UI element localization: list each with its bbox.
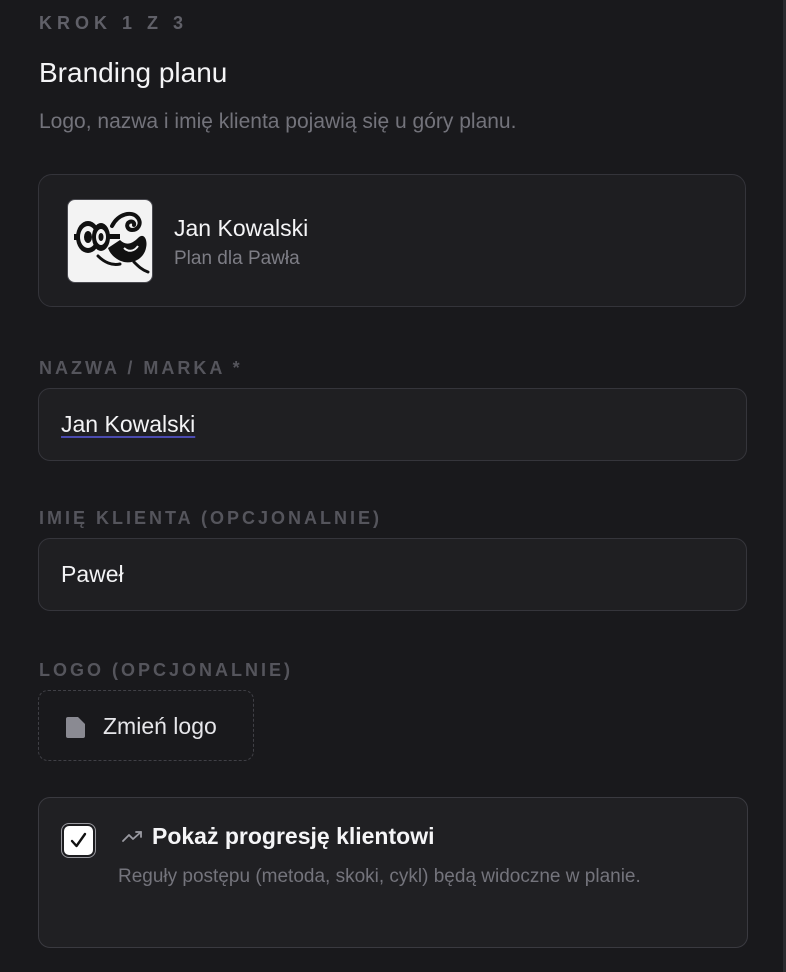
branding-preview-card: Jan Kowalski Plan dla Pawła [38, 174, 746, 307]
barbell-flexed-arm-logo-icon [74, 211, 150, 274]
client-name-input[interactable]: Paweł [38, 538, 747, 611]
page-title: Branding planu [39, 57, 228, 88]
show-progression-title: Pokaż progresję klientowi [152, 823, 435, 849]
page-subtitle: Logo, nazwa i imię klienta pojawią się u… [39, 110, 517, 133]
client-name-label: IMIĘ KLIENTA (OPCJONALNIE) [39, 508, 382, 528]
preview-brand-name: Jan Kowalski [174, 215, 309, 241]
show-progression-card[interactable]: Pokaż progresję klientowi Reguły postępu… [38, 797, 748, 948]
brand-logo-image [67, 199, 153, 283]
show-progression-checkbox[interactable] [61, 823, 96, 858]
brand-name-value: Jan Kowalski [61, 411, 196, 437]
logo-label: LOGO (OPCJONALNIE) [39, 660, 294, 680]
step-indicator: KROK 1 Z 3 [39, 13, 189, 33]
brand-name-input[interactable]: Jan Kowalski [38, 388, 747, 461]
file-icon [66, 717, 85, 738]
preview-plan-subtitle: Plan dla Pawła [174, 248, 300, 269]
brand-name-label: NAZWA / MARKA * [39, 358, 243, 378]
branding-step-panel: KROK 1 Z 3 Branding planu Logo, nazwa i … [0, 0, 783, 972]
trend-up-icon [122, 831, 142, 842]
change-logo-button[interactable]: Zmień logo [38, 690, 254, 761]
checkmark-icon [70, 832, 87, 848]
show-progression-description: Reguły postępu (metoda, skoki, cykl) będ… [118, 866, 641, 887]
change-logo-label: Zmień logo [103, 713, 217, 739]
client-name-value: Paweł [61, 561, 124, 587]
